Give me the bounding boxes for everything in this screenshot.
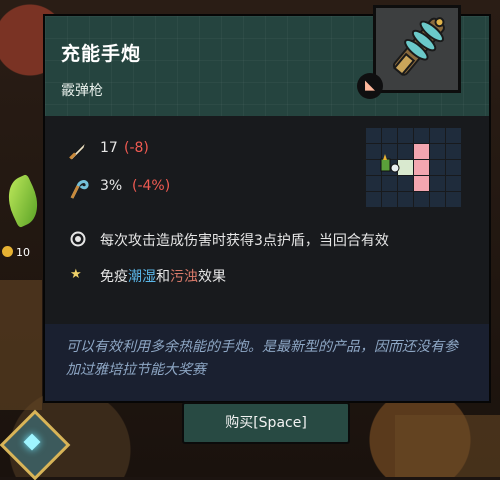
range-cell [446,144,461,159]
effect-shield-text: 每次攻击造成伤害时获得3点护盾，当回合有效 [100,233,389,249]
sword-icon [69,141,87,161]
cannon-gun-icon [392,17,445,76]
range-cell [366,128,381,143]
effect-text-part: 免疫 [100,269,128,285]
range-cell-target [414,176,429,191]
range-cell-target [414,160,429,175]
crit-hook-icon [70,180,89,199]
range-cell [430,160,445,175]
effect-text-part: 和 [156,269,170,285]
keyword-wet[interactable]: 潮湿 [128,269,156,285]
range-cell [414,192,429,207]
range-cell [382,128,397,143]
effect-text-part: 效果 [198,269,226,285]
effect-immunity-text: 免疫潮湿和污浊效果 [100,266,226,286]
range-cell [446,176,461,191]
crit-value: 3% [100,178,123,194]
target-circle-icon [70,231,86,247]
range-cell [430,128,445,143]
range-cell [430,176,445,191]
attack-value: 17 [100,140,118,156]
coin-count: 10 [16,246,30,259]
buy-button[interactable]: 购买[Space] [182,402,350,444]
range-cell [414,128,429,143]
range-cell [382,176,397,191]
shotgun-type-icon: ◣ [357,73,383,99]
range-cell [398,176,413,191]
item-name: 充能手炮 [61,43,142,65]
range-cell [398,192,413,207]
attack-delta: (-8) [124,140,149,156]
star-icon: ★ [70,267,82,282]
item-portrait [373,5,461,93]
range-cell [366,192,381,207]
floor-tile [0,280,42,410]
coin-icon [2,246,13,257]
floor-tile [395,415,500,477]
range-cell [430,144,445,159]
range-cell-target [414,144,429,159]
range-cell [366,176,381,191]
range-cell [446,128,461,143]
range-cell [430,192,445,207]
range-cell [446,192,461,207]
keyword-dirty[interactable]: 污浊 [170,269,198,285]
character-icon [380,154,400,173]
range-cell [446,160,461,175]
range-cell [382,192,397,207]
range-cell [398,128,413,143]
item-description: 可以有效利用多余热能的手炮。是最新型的产品，因而还没有参加过雅培拉节能大奖赛 [66,339,458,378]
coin-counter: 10 [2,243,38,263]
item-type: 霰弹枪 [61,83,103,99]
crit-delta: (-4%) [132,178,171,194]
